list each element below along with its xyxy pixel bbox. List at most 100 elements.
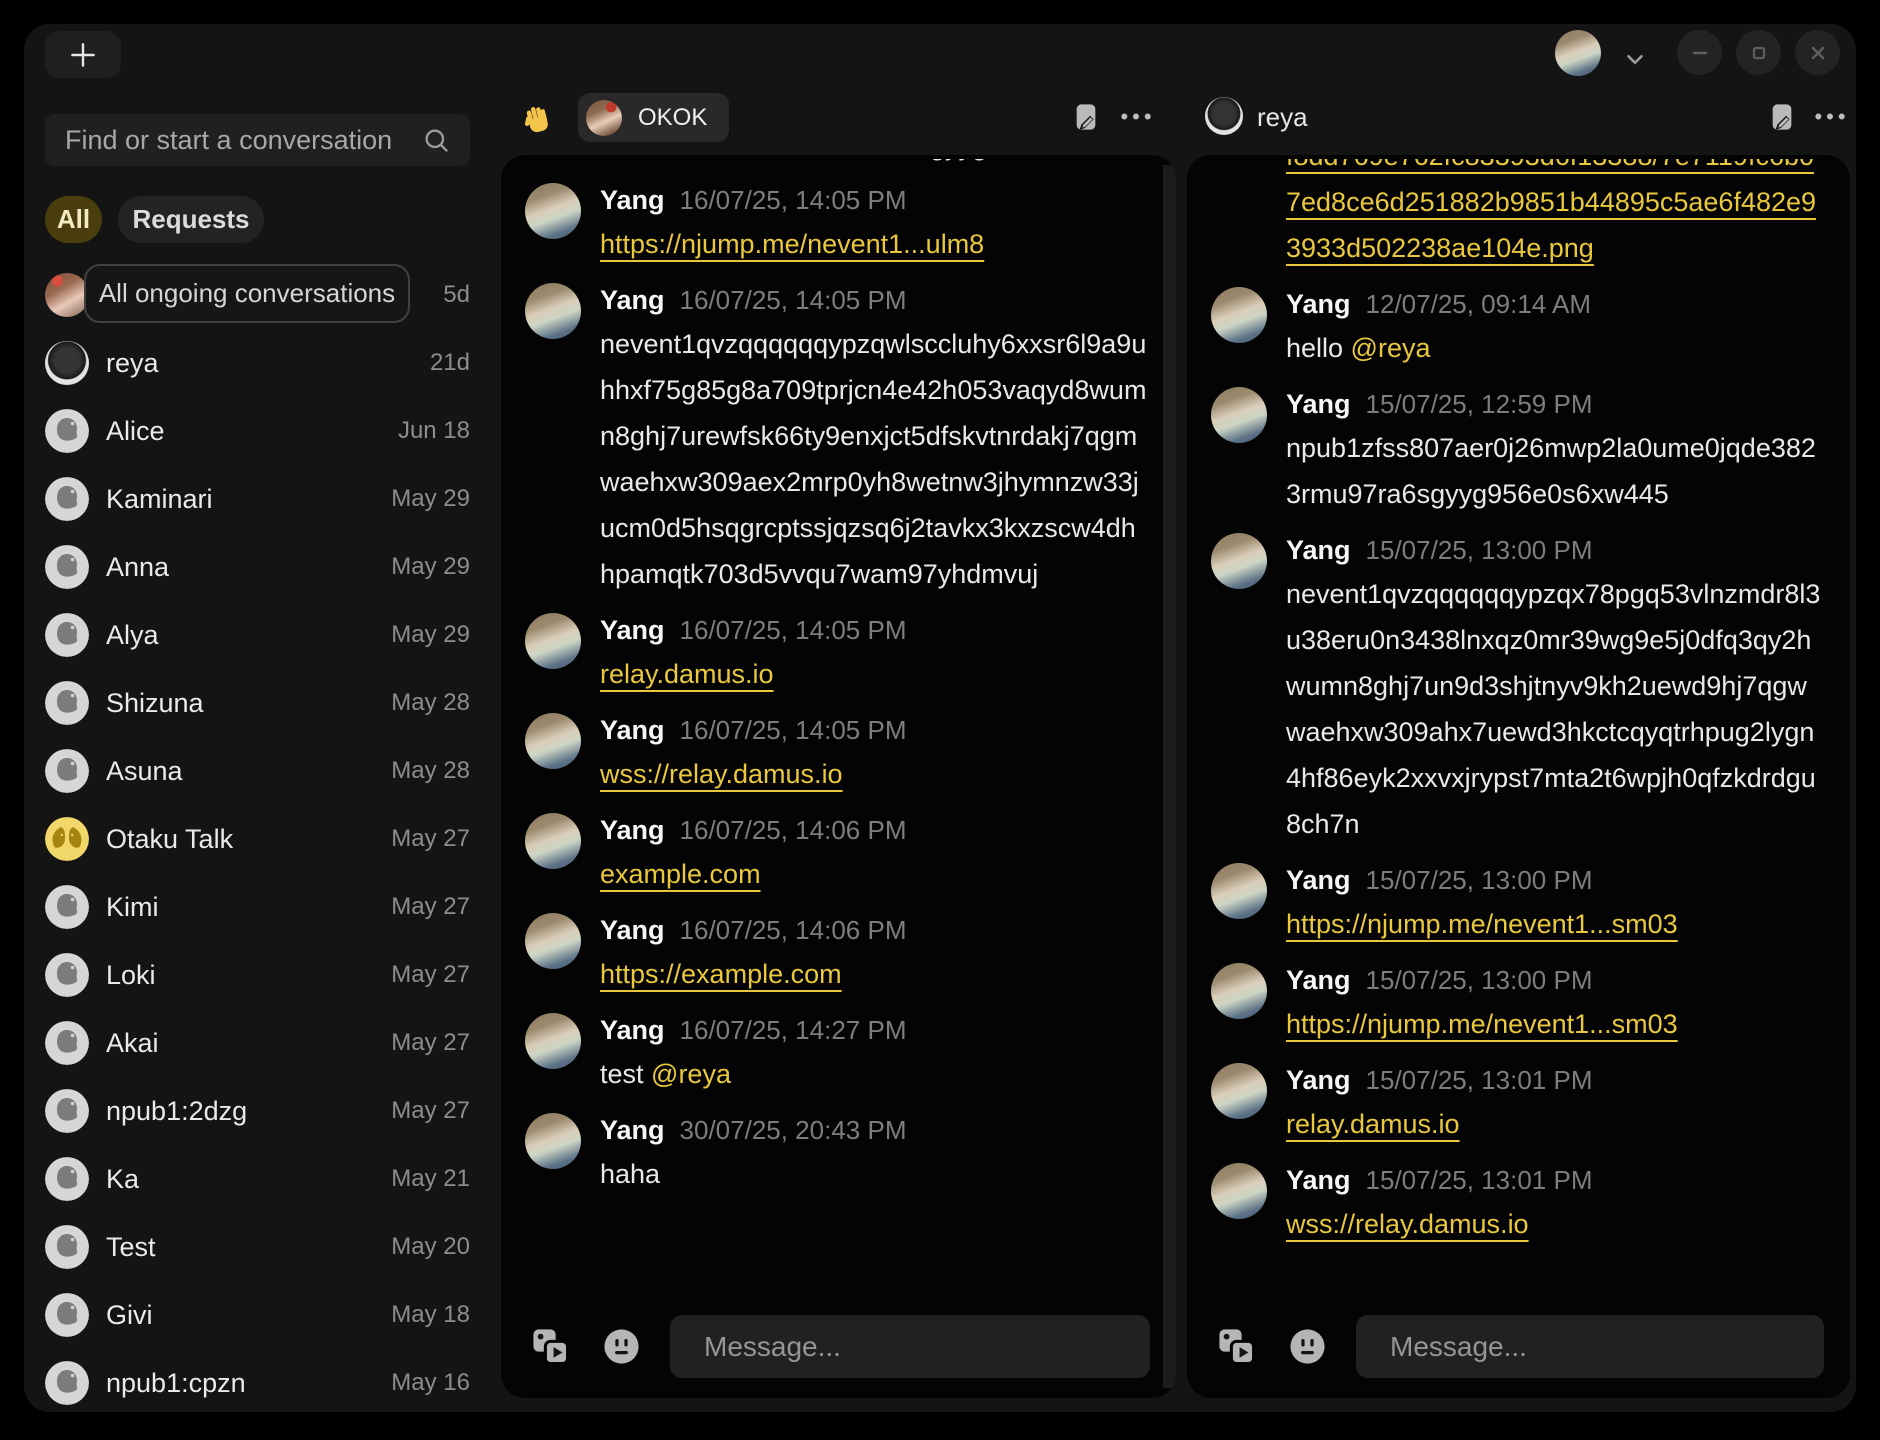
message-link[interactable]: f8dd769e762fc83393d6f13388/7e7119fc6b07e… [1286, 159, 1816, 263]
sender-name[interactable]: Yang [1286, 289, 1351, 320]
message-link[interactable]: https://njump.me/nevent1...sm03 [1286, 909, 1678, 939]
sender-name[interactable]: Yang [1286, 535, 1351, 566]
message: Yang12/07/25, 09:14 AMhello @reya [1211, 283, 1824, 371]
conversation-item-givi[interactable]: GiviMay 18 [45, 1281, 470, 1349]
conversation-item-akai[interactable]: AkaiMay 27 [45, 1009, 470, 1077]
yang-avatar[interactable] [1211, 287, 1267, 343]
new-conversation-button[interactable] [45, 31, 121, 78]
message-link[interactable]: wss://relay.damus.io [600, 759, 843, 789]
minimize-button[interactable] [1677, 30, 1722, 75]
close-button[interactable] [1795, 30, 1840, 75]
clipped-message: f8dd769e762fc83393d6f13388/7e7119fc6b07e… [1286, 159, 1824, 271]
conversation-time: May 27 [391, 961, 470, 989]
message-input[interactable]: Message... [1356, 1315, 1824, 1378]
more-icon[interactable]: ••• [1812, 101, 1852, 133]
sender-name[interactable]: Yang [1286, 1165, 1351, 1196]
sender-name[interactable]: Yang [600, 815, 665, 846]
conversation-item-ka[interactable]: KaMay 21 [45, 1145, 470, 1213]
conversation-item-reya[interactable]: reya21d [45, 329, 470, 397]
message-link[interactable]: https://njump.me/nevent1...ulm8 [600, 229, 984, 259]
tooltip-text: All ongoing conversations [99, 278, 395, 309]
conversation-item-kimi[interactable]: KimiMay 27 [45, 873, 470, 941]
message-link[interactable]: example.com [600, 859, 761, 889]
yang-avatar[interactable] [1211, 863, 1267, 919]
yang-avatar[interactable] [1211, 533, 1267, 589]
conversation-item-anna[interactable]: AnnaMay 29 [45, 533, 470, 601]
sender-name[interactable]: Yang [600, 715, 665, 746]
yang-avatar[interactable] [525, 613, 581, 669]
sender-name[interactable]: Yang [600, 1015, 665, 1046]
plus-icon [67, 39, 99, 71]
message-text: npub1zfss807aer0j26mwp2la0ume0jqde3823rm… [1286, 425, 1824, 517]
user-avatar[interactable] [1555, 30, 1601, 76]
conversation-name: Shizuna [106, 688, 204, 719]
yang-avatar[interactable] [525, 283, 581, 339]
emoji-icon[interactable] [1287, 1326, 1328, 1367]
default-avatar [45, 1089, 89, 1133]
search-input[interactable]: Find or start a conversation [45, 114, 470, 166]
mention[interactable]: @reya [1351, 333, 1431, 363]
maximize-button[interactable] [1736, 30, 1781, 75]
emoji-icon[interactable] [601, 1326, 642, 1367]
note-icon[interactable] [1766, 101, 1798, 133]
chat-header-okok[interactable]: OKOK [578, 93, 729, 142]
message-link[interactable]: https://example.com [600, 959, 842, 989]
sender-name[interactable]: Yang [1286, 965, 1351, 996]
conversation-item-otaku-talk[interactable]: Otaku TalkMay 27 [45, 805, 470, 873]
conversation-item-asuna[interactable]: AsunaMay 28 [45, 737, 470, 805]
message-link[interactable]: relay.damus.io [1286, 1109, 1460, 1139]
message: Yang15/07/25, 13:01 PMwss://relay.damus.… [1211, 1159, 1824, 1247]
message-input[interactable]: Message... [670, 1315, 1150, 1378]
yang-avatar[interactable] [1211, 1163, 1267, 1219]
message-link[interactable]: relay.damus.io [600, 659, 774, 689]
conversation-time: May 20 [391, 1233, 470, 1261]
yang-avatar[interactable] [1211, 1063, 1267, 1119]
message-link[interactable]: https://njump.me/nevent1...sm03 [1286, 1009, 1678, 1039]
sender-name[interactable]: Yang [1286, 1065, 1351, 1096]
message-timestamp: 15/07/25, 13:00 PM [1366, 535, 1593, 566]
yang-avatar[interactable] [525, 713, 581, 769]
yang-avatar[interactable] [1211, 963, 1267, 1019]
yang-avatar[interactable] [525, 913, 581, 969]
tab-all[interactable]: All [45, 196, 102, 243]
media-attach-icon[interactable] [530, 1326, 571, 1367]
message-timestamp: 30/07/25, 20:43 PM [680, 1115, 907, 1146]
conversation-item-npub1-2dzg[interactable]: npub1:2dzgMay 27 [45, 1077, 470, 1145]
message-link[interactable]: wss://relay.damus.io [1286, 1209, 1529, 1239]
scrollbar[interactable] [1163, 165, 1176, 1388]
sender-name[interactable]: Yang [600, 285, 665, 316]
yang-avatar[interactable] [525, 1013, 581, 1069]
message-timestamp: 16/07/25, 14:05 PM [680, 285, 907, 316]
chevron-down-icon[interactable] [1622, 46, 1648, 72]
conversation-item-test[interactable]: TestMay 20 [45, 1213, 470, 1281]
sender-name[interactable]: Yang [600, 185, 665, 216]
conversation-item-alya[interactable]: AlyaMay 29 [45, 601, 470, 669]
conversation-item-loki[interactable]: LokiMay 27 [45, 941, 470, 1009]
yang-avatar[interactable] [525, 813, 581, 869]
message-text: https://njump.me/nevent1...sm03 [1286, 901, 1824, 947]
reya-avatar[interactable] [1205, 97, 1243, 135]
tab-requests[interactable]: Requests [118, 196, 264, 243]
conversation-item-kaminari[interactable]: KaminariMay 29 [45, 465, 470, 533]
conversation-item-npub1-cpzn[interactable]: npub1:cpznMay 16 [45, 1349, 470, 1412]
sender-name[interactable]: Yang [1286, 389, 1351, 420]
default-avatar [45, 1225, 89, 1269]
media-attach-icon[interactable] [1216, 1326, 1257, 1367]
yang-avatar[interactable] [525, 183, 581, 239]
app-window: Find or start a conversation All Request… [24, 24, 1856, 1412]
conversation-item-shizuna[interactable]: ShizunaMay 28 [45, 669, 470, 737]
message: Yang15/07/25, 13:00 PMnevent1qvzqqqqqqyp… [1211, 529, 1824, 847]
more-icon[interactable]: ••• [1118, 101, 1158, 133]
yang-avatar[interactable] [1211, 387, 1267, 443]
sender-name[interactable]: Yang [600, 915, 665, 946]
note-icon[interactable] [1070, 101, 1102, 133]
message-timestamp: 15/07/25, 13:01 PM [1366, 1065, 1593, 1096]
sender-name[interactable]: Yang [600, 1115, 665, 1146]
message-text: test @reya [600, 1051, 1150, 1097]
message-text-part: nevent1qvzqqqqqqypzqwlsccluhy6xxsr6l9a9u… [600, 329, 1146, 589]
conversation-item-alice[interactable]: AliceJun 18 [45, 397, 470, 465]
mention[interactable]: @reya [651, 1059, 731, 1089]
sender-name[interactable]: Yang [1286, 865, 1351, 896]
sender-name[interactable]: Yang [600, 615, 665, 646]
yang-avatar[interactable] [525, 1113, 581, 1169]
